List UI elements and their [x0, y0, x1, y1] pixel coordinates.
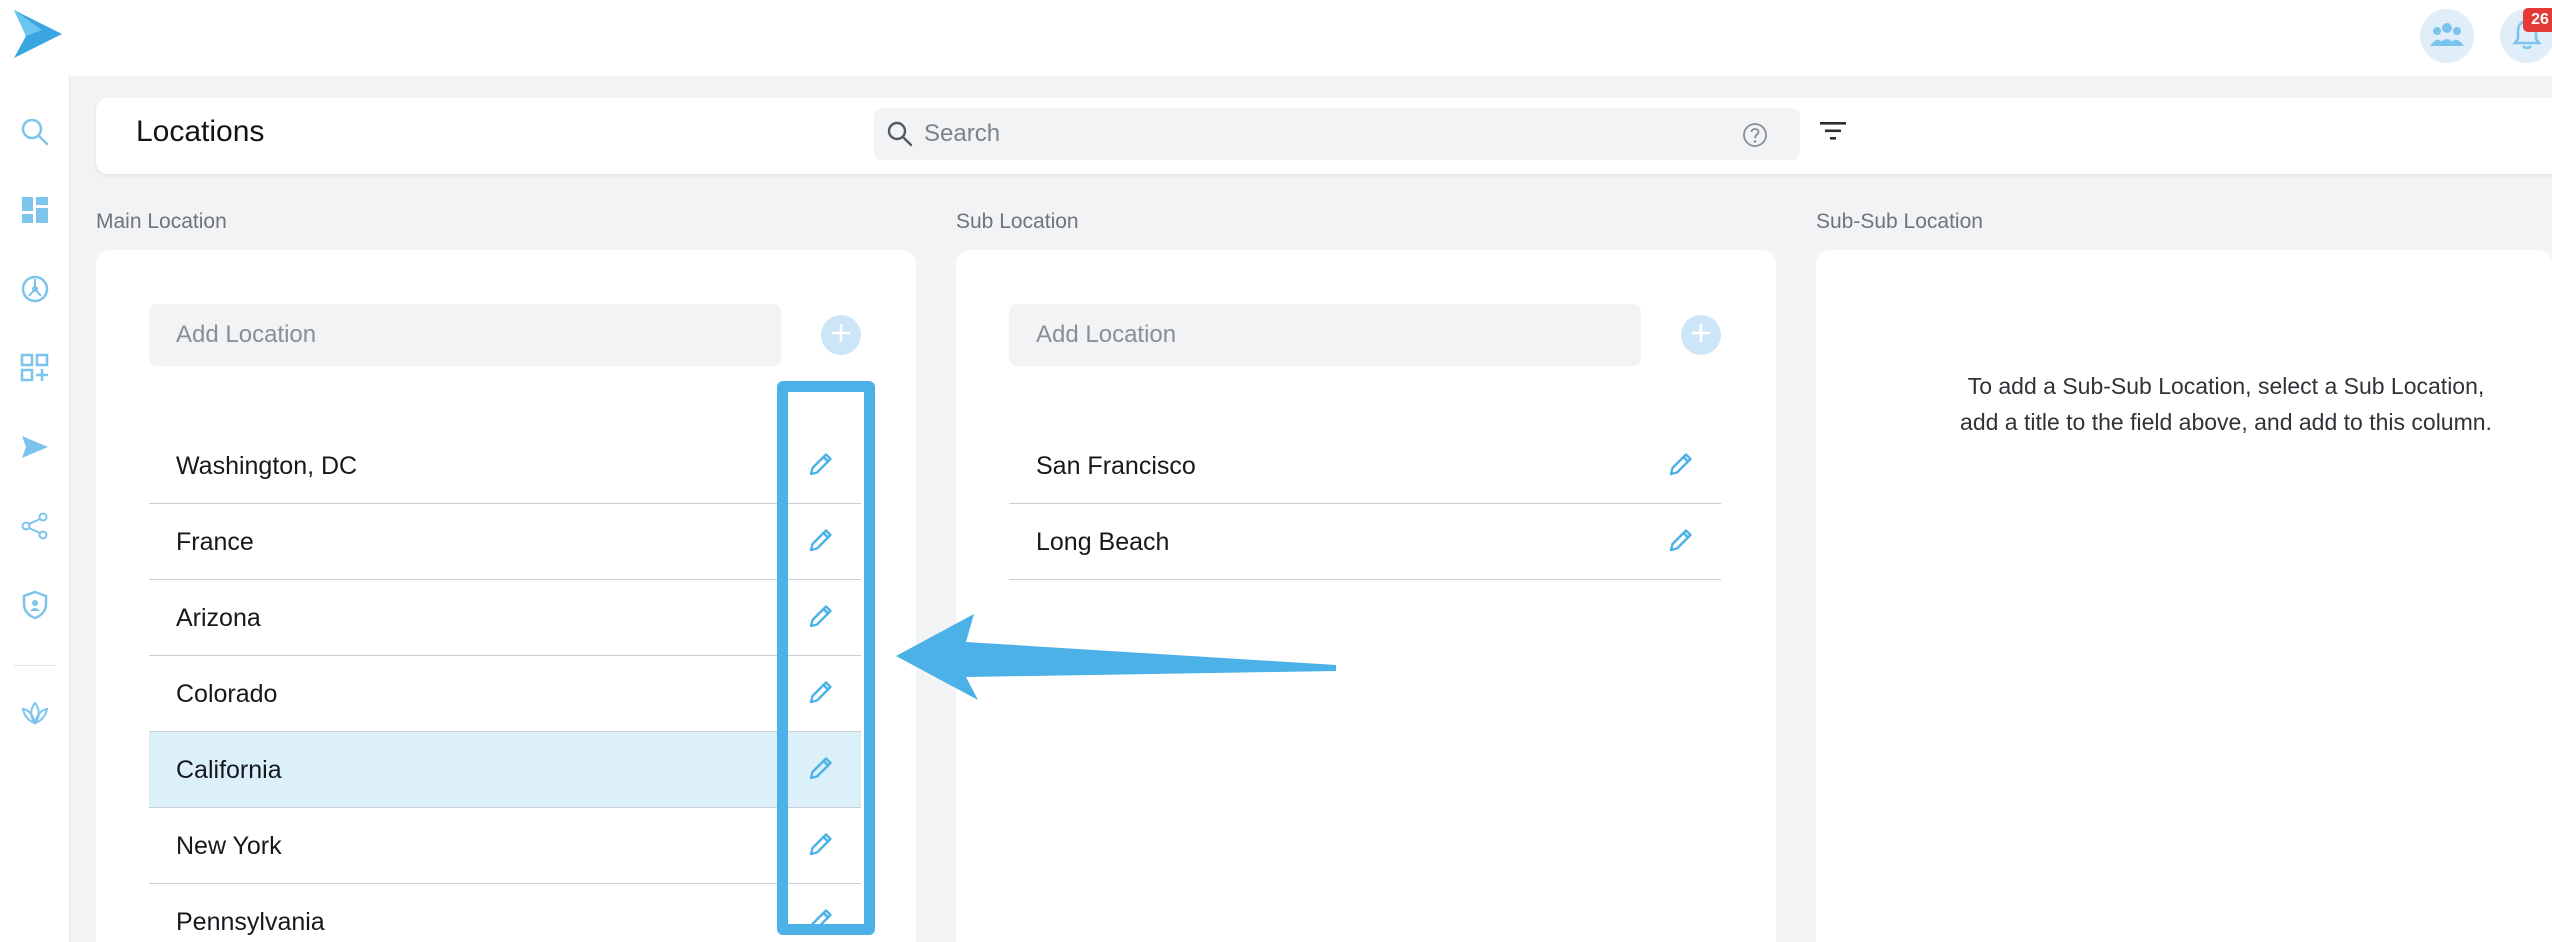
filter-icon[interactable] [1820, 120, 1846, 147]
empty-state-message: To add a Sub-Sub Location, select a Sub … [1960, 373, 2492, 435]
location-row-california[interactable]: California [149, 732, 861, 808]
location-name: Colorado [176, 680, 278, 708]
location-name: Long Beach [1036, 528, 1170, 556]
pencil-icon [1667, 526, 1695, 559]
lotus-icon [20, 697, 50, 732]
location-name: Arizona [176, 604, 261, 632]
main-add-location-button[interactable] [821, 315, 861, 355]
sidebar-item-send[interactable] [9, 423, 61, 475]
help-circle-icon[interactable] [1742, 122, 1768, 153]
plus-icon [831, 323, 851, 348]
edit-column-highlight [777, 381, 875, 935]
search-icon [20, 117, 50, 152]
location-name: Pennsylvania [176, 908, 325, 936]
location-row-long-beach[interactable]: Long Beach [1009, 504, 1721, 580]
sub-location-panel: San Francisco Long Beach [956, 250, 1776, 942]
page-header: Locations [96, 98, 2552, 174]
location-name: New York [176, 832, 282, 860]
send-icon [20, 432, 50, 467]
location-name: San Francisco [1036, 452, 1196, 480]
team-button[interactable] [2420, 9, 2474, 63]
notifications-button[interactable]: 26 [2500, 8, 2552, 63]
sub-location-label: Sub Location [956, 210, 1079, 233]
sidebar-item-search[interactable] [9, 108, 61, 160]
sidebar-item-share[interactable] [9, 502, 61, 554]
main-location-list: Washington, DC France Arizona Colorado C… [149, 428, 861, 942]
location-name: France [176, 528, 254, 556]
edit-button[interactable] [1663, 524, 1699, 560]
location-row-washington-dc[interactable]: Washington, DC [149, 428, 861, 504]
edit-button[interactable] [1663, 448, 1699, 484]
sidebar-item-compass[interactable] [9, 265, 61, 317]
sub-add-location-input[interactable] [1009, 304, 1641, 366]
add-widget-icon [20, 353, 50, 388]
location-row-new-york[interactable]: New York [149, 808, 861, 884]
shield-icon [20, 590, 50, 625]
pointer-arrow-icon [896, 614, 1336, 700]
location-row-colorado[interactable]: Colorado [149, 656, 861, 732]
search-input[interactable] [924, 108, 1724, 160]
sidebar-item-add-widget[interactable] [9, 344, 61, 396]
location-row-france[interactable]: France [149, 504, 861, 580]
page-title: Locations [136, 115, 265, 148]
people-group-icon [2430, 20, 2464, 53]
sub-add-location-button[interactable] [1681, 315, 1721, 355]
brand-logo-icon[interactable] [10, 6, 66, 62]
sidebar-item-lotus[interactable] [9, 688, 61, 740]
compass-icon [20, 274, 50, 309]
dashboard-icon [20, 195, 50, 230]
location-row-pennsylvania[interactable]: Pennsylvania [149, 884, 861, 942]
location-name: California [176, 756, 282, 784]
pencil-icon [1667, 450, 1695, 483]
share-icon [20, 511, 50, 546]
sub-sub-location-label: Sub-Sub Location [1816, 210, 1983, 233]
sub-sub-location-panel: To add a Sub-Sub Location, select a Sub … [1816, 250, 2552, 942]
location-row-arizona[interactable]: Arizona [149, 580, 861, 656]
sidebar-divider [14, 665, 56, 666]
main-add-location-input[interactable] [149, 304, 781, 366]
search-icon [886, 120, 914, 153]
top-bar: 26 [0, 0, 2552, 76]
plus-icon [1691, 323, 1711, 348]
sub-location-list: San Francisco Long Beach [1009, 428, 1721, 580]
sidebar-item-shield[interactable] [9, 581, 61, 633]
search-bar[interactable] [874, 108, 1800, 160]
sidebar [0, 76, 70, 942]
sidebar-item-dashboard[interactable] [9, 186, 61, 238]
location-name: Washington, DC [176, 452, 358, 480]
main-location-label: Main Location [96, 210, 227, 233]
notification-badge: 26 [2523, 8, 2552, 32]
location-row-san-francisco[interactable]: San Francisco [1009, 428, 1721, 504]
